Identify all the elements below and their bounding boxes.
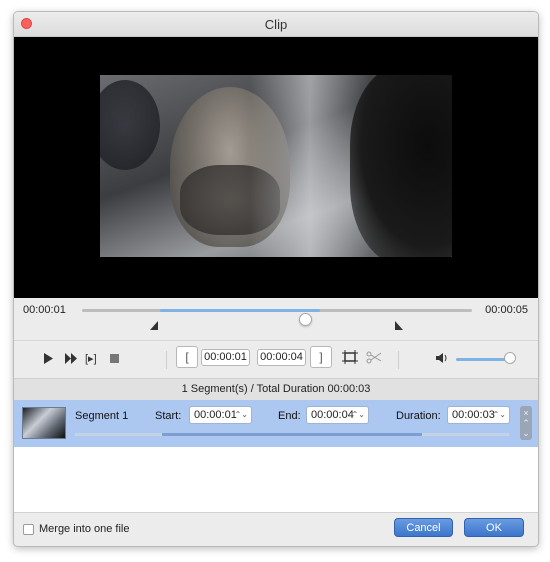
video-preview bbox=[14, 37, 538, 298]
start-marker[interactable] bbox=[150, 321, 158, 330]
volume-icon[interactable] bbox=[436, 353, 448, 365]
video-frame bbox=[100, 75, 452, 257]
cancel-button[interactable]: Cancel bbox=[394, 518, 453, 537]
segment-duration-field[interactable]: 00:00:03 ⌃⌄ bbox=[447, 406, 510, 424]
duration-label: Duration: bbox=[396, 410, 441, 422]
footer: Merge into one file Cancel OK bbox=[14, 512, 538, 546]
stop-icon[interactable] bbox=[110, 353, 119, 365]
ok-button[interactable]: OK bbox=[464, 518, 524, 537]
segment-range-bar bbox=[75, 433, 509, 436]
list-item[interactable]: Segment 1 Start: 00:00:01 ⌃⌄ End: 00:00:… bbox=[14, 400, 538, 447]
clip-to-range-icon[interactable]: [▸] bbox=[85, 353, 97, 365]
stepper-icon[interactable]: ⌃⌄ bbox=[352, 408, 365, 422]
start-label: Start: bbox=[155, 410, 182, 422]
segment-summary: 1 Segment(s) / Total Duration 00:00:03 bbox=[14, 378, 538, 401]
merge-label: Merge into one file bbox=[39, 523, 130, 535]
fast-forward-icon[interactable] bbox=[65, 353, 77, 366]
clip-window: Clip 00:00:01 00:00:05 [▸] [00:00:01 00… bbox=[13, 11, 539, 547]
selected-range bbox=[160, 309, 320, 312]
play-icon[interactable] bbox=[44, 353, 53, 366]
end-time-input[interactable]: 00:00:04 bbox=[257, 349, 306, 366]
timeline-slider[interactable] bbox=[82, 309, 472, 326]
crop-icon[interactable] bbox=[342, 350, 358, 366]
stepper-icon[interactable]: ⌃⌄ bbox=[235, 408, 248, 422]
window-title: Clip bbox=[264, 17, 288, 32]
start-time-input[interactable]: 00:00:01 bbox=[201, 349, 250, 366]
total-time-label: 00:00:05 bbox=[485, 304, 528, 316]
segment-start-field[interactable]: 00:00:01 ⌃⌄ bbox=[189, 406, 252, 424]
segment-name: Segment 1 bbox=[75, 410, 129, 422]
split-icon[interactable] bbox=[366, 350, 382, 366]
titlebar: Clip bbox=[14, 12, 538, 37]
end-marker[interactable] bbox=[395, 321, 403, 330]
set-end-icon[interactable]: ] bbox=[310, 346, 332, 368]
segment-end-field[interactable]: 00:00:04 ⌃⌄ bbox=[306, 406, 369, 424]
current-time-label: 00:00:01 bbox=[23, 304, 66, 316]
playback-controls: [▸] [ 00:00:01 00:00:04 ] bbox=[14, 340, 538, 379]
volume-slider[interactable] bbox=[456, 358, 511, 361]
merge-checkbox[interactable] bbox=[23, 524, 34, 535]
segment-list: Segment 1 Start: 00:00:01 ⌃⌄ End: 00:00:… bbox=[14, 400, 538, 512]
timeline: 00:00:01 00:00:05 bbox=[14, 299, 538, 339]
end-label: End: bbox=[278, 410, 301, 422]
stepper-icon[interactable]: ⌃⌄ bbox=[493, 408, 506, 422]
segment-thumbnail bbox=[22, 407, 66, 439]
segment-remove-icon[interactable]: × ⌃ ⌄ bbox=[520, 406, 532, 440]
set-start-icon[interactable]: [ bbox=[176, 346, 198, 368]
playhead-knob[interactable] bbox=[299, 313, 312, 326]
volume-knob[interactable] bbox=[504, 352, 516, 364]
